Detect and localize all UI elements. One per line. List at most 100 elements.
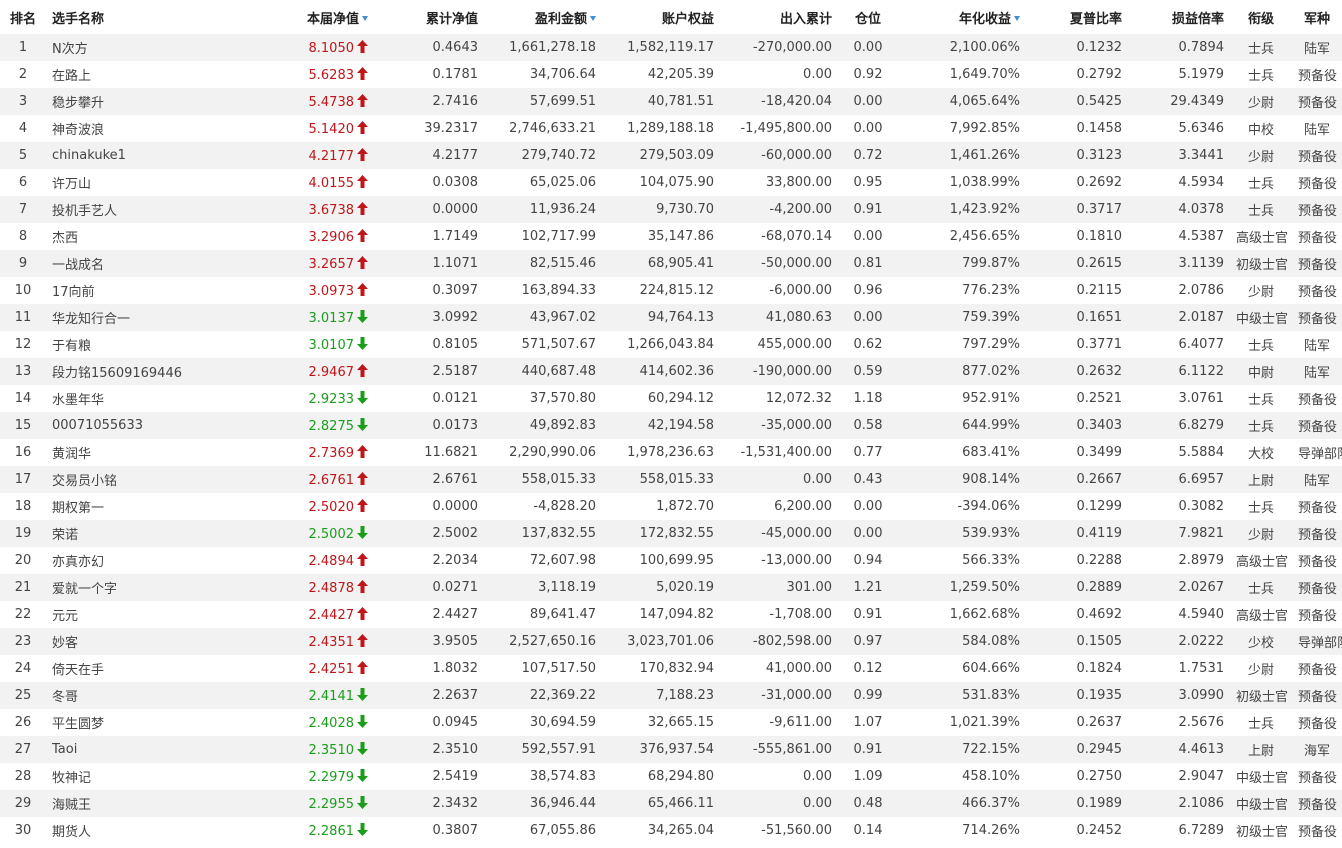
table-row[interactable]: 16 黄润华 2.7369 11.6821 2,290,990.06 1,978,236.… [0,439,1342,466]
player-name-link[interactable]: 爱就一个字 [52,582,117,597]
player-name-link[interactable]: 期货人 [52,825,91,840]
cell-player-name[interactable]: 交易员小铭 [46,466,206,493]
table-row[interactable]: 29 海贼王 2.2955 2.3432 36,946.44 65,466.11 0.00 0… [0,790,1342,817]
player-name-link[interactable]: 倚天在手 [52,663,104,678]
player-name-link[interactable]: Taoi [52,742,77,757]
cell-current-nav: 2.4251 [206,655,374,682]
player-name-link[interactable]: 荣诺 [52,528,78,543]
player-name-link[interactable]: 亦真亦幻 [52,555,104,570]
cell-player-name[interactable]: N次方 [46,34,206,61]
table-row[interactable]: 5 chinakuke1 4.2177 4.2177 279,740.72 279,503… [0,142,1342,169]
cell-player-name[interactable]: 牧神记 [46,763,206,790]
column-header-annualized-return[interactable]: 年化收益 [898,0,1026,34]
player-name-link[interactable]: 段力铭15609169446 [52,366,182,381]
table-row[interactable]: 19 荣诺 2.5002 2.5002 137,832.55 172,832.55 -45,… [0,520,1342,547]
cell-player-name[interactable]: 亦真亦幻 [46,547,206,574]
player-name-link[interactable]: 华龙知行合一 [52,312,130,327]
table-row[interactable]: 15 00071055633 2.8275 0.0173 49,892.83 42,194… [0,412,1342,439]
table-row[interactable]: 12 于有粮 3.0107 0.8105 571,507.67 1,266,043.84 4… [0,331,1342,358]
cell-player-name[interactable]: 神奇波浪 [46,115,206,142]
table-row[interactable]: 13 段力铭15609169446 2.9467 2.5187 440,687.48 41… [0,358,1342,385]
table-row[interactable]: 20 亦真亦幻 2.4894 2.2034 72,607.98 100,699.95 -13… [0,547,1342,574]
table-row[interactable]: 4 神奇波浪 5.1420 39.2317 2,746,633.21 1,289,188.… [0,115,1342,142]
table-row[interactable]: 21 爱就一个字 2.4878 0.0271 3,118.19 5,020.19 301.0… [0,574,1342,601]
player-name-link[interactable]: 投机手艺人 [52,204,117,219]
player-name-link[interactable]: 许万山 [52,177,91,192]
table-row[interactable]: 14 水墨年华 2.9233 0.0121 37,570.80 60,294.12 12,0… [0,385,1342,412]
player-name-link[interactable]: 神奇波浪 [52,123,104,138]
player-name-link[interactable]: 于有粮 [52,339,91,354]
table-row[interactable]: 6 许万山 4.0155 0.0308 65,025.06 104,075.90 33,80… [0,169,1342,196]
cell-player-name[interactable]: 海贼王 [46,790,206,817]
player-name-link[interactable]: 一战成名 [52,258,104,273]
player-name-link[interactable]: 期权第一 [52,501,104,516]
table-row[interactable]: 26 平生圆梦 2.4028 0.0945 30,694.59 32,665.15 -9,6… [0,709,1342,736]
table-row[interactable]: 2 在路上 5.6283 0.1781 34,706.64 42,205.39 0.00 0.… [0,61,1342,88]
player-name-link[interactable]: 海贼王 [52,798,91,813]
cell-player-name[interactable]: 平生圆梦 [46,709,206,736]
cell-player-name[interactable]: 期货人 [46,817,206,844]
cell-player-name[interactable]: 杰西 [46,223,206,250]
table-row[interactable]: 22 元元 2.4427 2.4427 89,641.47 147,094.82 -1,70… [0,601,1342,628]
cell-player-name[interactable]: 于有粮 [46,331,206,358]
player-name-link[interactable]: 元元 [52,609,78,624]
cell-player-name[interactable]: 华龙知行合一 [46,304,206,331]
cell-player-name[interactable]: 许万山 [46,169,206,196]
player-name-link[interactable]: 牧神记 [52,771,91,786]
table-row[interactable]: 18 期权第一 2.5020 0.0000 -4,828.20 1,872.70 6,200… [0,493,1342,520]
player-name-link[interactable]: 水墨年华 [52,393,104,408]
cell-player-name[interactable]: 00071055633 [46,412,206,439]
table-row[interactable]: 23 妙客 2.4351 3.9505 2,527,650.16 3,023,701.06… [0,628,1342,655]
cell-player-name[interactable]: chinakuke1 [46,142,206,169]
cell-player-name[interactable]: 段力铭15609169446 [46,358,206,385]
cell-branch: 陆军 [1292,115,1342,142]
player-name-link[interactable]: 稳步攀升 [52,96,104,111]
sort-desc-icon[interactable] [1014,15,1020,21]
cell-player-name[interactable]: 投机手艺人 [46,196,206,223]
cell-player-name[interactable]: 冬哥 [46,682,206,709]
table-row[interactable]: 8 杰西 3.2906 1.7149 102,717.99 35,147.86 -68,07… [0,223,1342,250]
player-name-link[interactable]: 平生圆梦 [52,717,104,732]
table-row[interactable]: 28 牧神记 2.2979 2.5419 38,574.83 68,294.80 0.00 1… [0,763,1342,790]
player-name-link[interactable]: chinakuke1 [52,148,126,163]
cell-player-name[interactable]: 黄润华 [46,439,206,466]
table-row[interactable]: 10 17向前 3.0973 0.3097 163,894.33 224,815.12 -6… [0,277,1342,304]
cell-player-name[interactable]: 在路上 [46,61,206,88]
table-row[interactable]: 9 一战成名 3.2657 1.1071 82,515.46 68,905.41 -50,0… [0,250,1342,277]
cell-player-name[interactable]: Taoi [46,736,206,763]
cell-player-name[interactable]: 稳步攀升 [46,88,206,115]
table-row[interactable]: 30 期货人 2.2861 0.3807 67,055.86 34,265.04 -51,5… [0,817,1342,844]
column-header-profit-amount[interactable]: 盈利金额 [484,0,602,34]
table-row[interactable]: 27 Taoi 2.3510 2.3510 592,557.91 376,937.54 -5… [0,736,1342,763]
cell-player-name[interactable]: 爱就一个字 [46,574,206,601]
table-row[interactable]: 3 稳步攀升 5.4738 2.7416 57,699.51 40,781.51 -18,4… [0,88,1342,115]
table-row[interactable]: 17 交易员小铭 2.6761 2.6761 558,015.33 558,015.33 0… [0,466,1342,493]
sort-desc-icon[interactable] [590,15,596,21]
player-name-link[interactable]: 杰西 [52,231,78,246]
sort-desc-icon[interactable] [362,15,368,21]
table-header: 排名 选手名称 本届净值 累计净值 盈利金额 账户权益 出入累计 仓位 年化收益 夏普比率 损益倍率… [0,0,1342,34]
cell-player-name[interactable]: 妙客 [46,628,206,655]
player-name-link[interactable]: 交易员小铭 [52,474,117,489]
player-name-link[interactable]: 妙客 [52,636,78,651]
table-row[interactable]: 7 投机手艺人 3.6738 0.0000 11,936.24 9,730.70 -4,20… [0,196,1342,223]
cell-player-name[interactable]: 17向前 [46,277,206,304]
player-name-link[interactable]: 在路上 [52,69,91,84]
player-name-link[interactable]: N次方 [52,42,88,57]
cell-player-name[interactable]: 荣诺 [46,520,206,547]
player-name-link[interactable]: 00071055633 [52,418,143,433]
table-row[interactable]: 25 冬哥 2.4141 2.2637 22,369.22 7,188.23 -31,000… [0,682,1342,709]
column-header-current-nav[interactable]: 本届净值 [206,0,374,34]
cell-player-name[interactable]: 水墨年华 [46,385,206,412]
player-name-link[interactable]: 冬哥 [52,690,78,705]
player-name-link[interactable]: 黄润华 [52,447,91,462]
cell-player-name[interactable]: 期权第一 [46,493,206,520]
cell-position: 0.43 [838,466,898,493]
table-row[interactable]: 24 倚天在手 2.4251 1.8032 107,517.50 170,832.94 41… [0,655,1342,682]
table-row[interactable]: 1 N次方 8.1050 0.4643 1,661,278.18 1,582,119.17… [0,34,1342,61]
cell-player-name[interactable]: 倚天在手 [46,655,206,682]
table-row[interactable]: 11 华龙知行合一 3.0137 3.0992 43,967.02 94,764.13 41… [0,304,1342,331]
cell-player-name[interactable]: 元元 [46,601,206,628]
player-name-link[interactable]: 17向前 [52,285,95,300]
cell-player-name[interactable]: 一战成名 [46,250,206,277]
